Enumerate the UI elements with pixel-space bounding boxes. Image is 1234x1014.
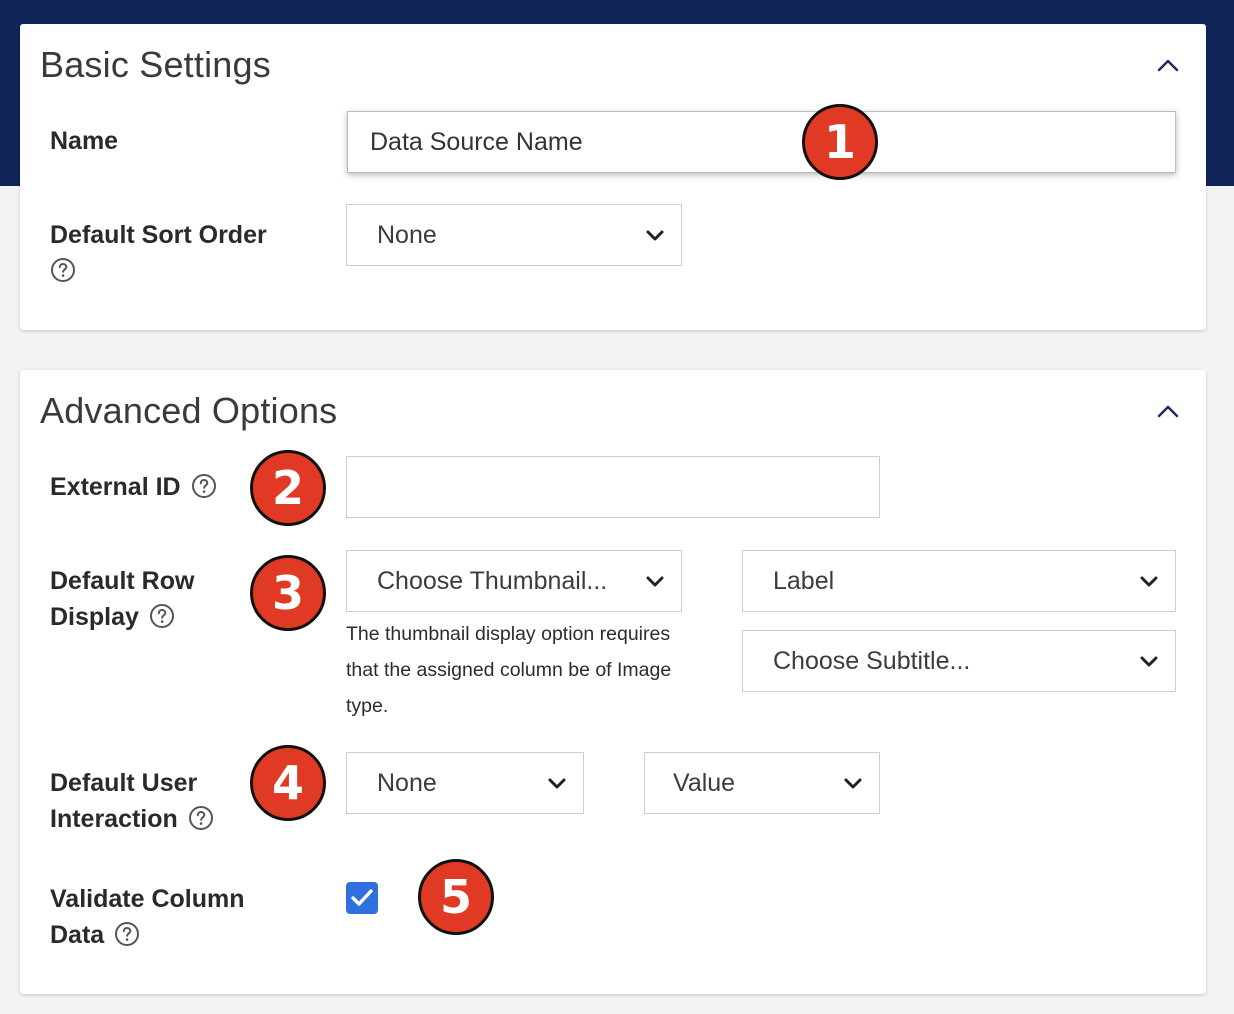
default-user-interaction-label-line1: Default User	[50, 769, 198, 797]
default-sort-order-label-text: Default Sort Order	[50, 221, 267, 249]
chevron-up-icon	[1157, 59, 1179, 72]
validate-column-data-label-line1: Validate Column	[50, 885, 245, 913]
name-label: Name	[50, 127, 119, 155]
check-icon	[351, 889, 373, 906]
subtitle-select[interactable]: Choose Subtitle...	[742, 630, 1176, 692]
thumbnail-select-value: Choose Thumbnail...	[377, 566, 608, 595]
default-row-display-label-line2: Display	[50, 603, 139, 631]
name-input[interactable]	[347, 111, 1176, 173]
default-row-display-label-line2-wrap: Display	[50, 599, 194, 635]
default-user-interaction-label-line2-wrap: Interaction	[50, 801, 214, 837]
label-select[interactable]: Label	[742, 550, 1176, 612]
external-id-input[interactable]	[346, 456, 880, 518]
chevron-down-icon	[548, 778, 566, 789]
validate-column-data-checkbox[interactable]	[346, 882, 378, 914]
question-circle-icon[interactable]	[149, 603, 175, 629]
default-row-display-label: Default Row Display	[50, 563, 194, 635]
advanced-options-title: Advanced Options	[40, 390, 338, 431]
validate-column-data-label-line2-wrap: Data	[50, 917, 244, 953]
annotation-marker-1: 1	[802, 104, 878, 180]
chevron-down-icon	[1140, 656, 1158, 667]
user-interaction-select-value: None	[377, 768, 437, 797]
external-id-label-text: External ID	[50, 473, 181, 501]
subtitle-select-value: Choose Subtitle...	[773, 646, 971, 675]
advanced-options-panel: Advanced Options External ID Default Row…	[20, 370, 1206, 994]
default-row-display-label-line1: Default Row	[50, 567, 195, 595]
thumbnail-help-text: The thumbnail display option requires th…	[346, 623, 672, 717]
annotation-marker-3: 3	[250, 555, 326, 631]
question-circle-icon[interactable]	[188, 805, 214, 831]
advanced-options-collapse-button[interactable]	[1154, 400, 1182, 422]
annotation-marker-2: 2	[250, 450, 326, 526]
thumbnail-select[interactable]: Choose Thumbnail...	[346, 550, 682, 612]
validate-column-data-label-line2: Data	[50, 921, 105, 949]
chevron-up-icon	[1157, 405, 1179, 418]
validate-column-data-label: Validate Column Data	[50, 881, 244, 953]
chevron-down-icon	[844, 778, 862, 789]
chevron-down-icon	[1140, 576, 1158, 587]
chevron-down-icon	[646, 230, 664, 241]
user-interaction-select[interactable]: None	[346, 752, 584, 814]
basic-settings-collapse-button[interactable]	[1154, 54, 1182, 76]
basic-settings-panel: Basic Settings Name Default Sort Order N…	[20, 24, 1206, 330]
default-sort-order-label: Default Sort Order	[50, 217, 267, 283]
default-user-interaction-label: Default User Interaction	[50, 765, 214, 837]
default-user-interaction-label-line2: Interaction	[50, 805, 178, 833]
annotation-marker-5: 5	[418, 859, 494, 935]
basic-settings-title: Basic Settings	[40, 44, 271, 85]
label-select-value: Label	[773, 566, 835, 595]
question-circle-icon[interactable]	[114, 921, 140, 947]
interaction-field-select[interactable]: Value	[644, 752, 880, 814]
chevron-down-icon	[646, 576, 664, 587]
external-id-label: External ID	[50, 469, 217, 505]
default-sort-order-select[interactable]: None	[346, 204, 682, 266]
question-circle-icon[interactable]	[191, 473, 217, 499]
interaction-field-select-value: Value	[673, 768, 736, 797]
question-circle-icon[interactable]	[50, 257, 76, 283]
annotation-marker-4: 4	[250, 745, 326, 821]
default-sort-order-value: None	[377, 220, 437, 249]
